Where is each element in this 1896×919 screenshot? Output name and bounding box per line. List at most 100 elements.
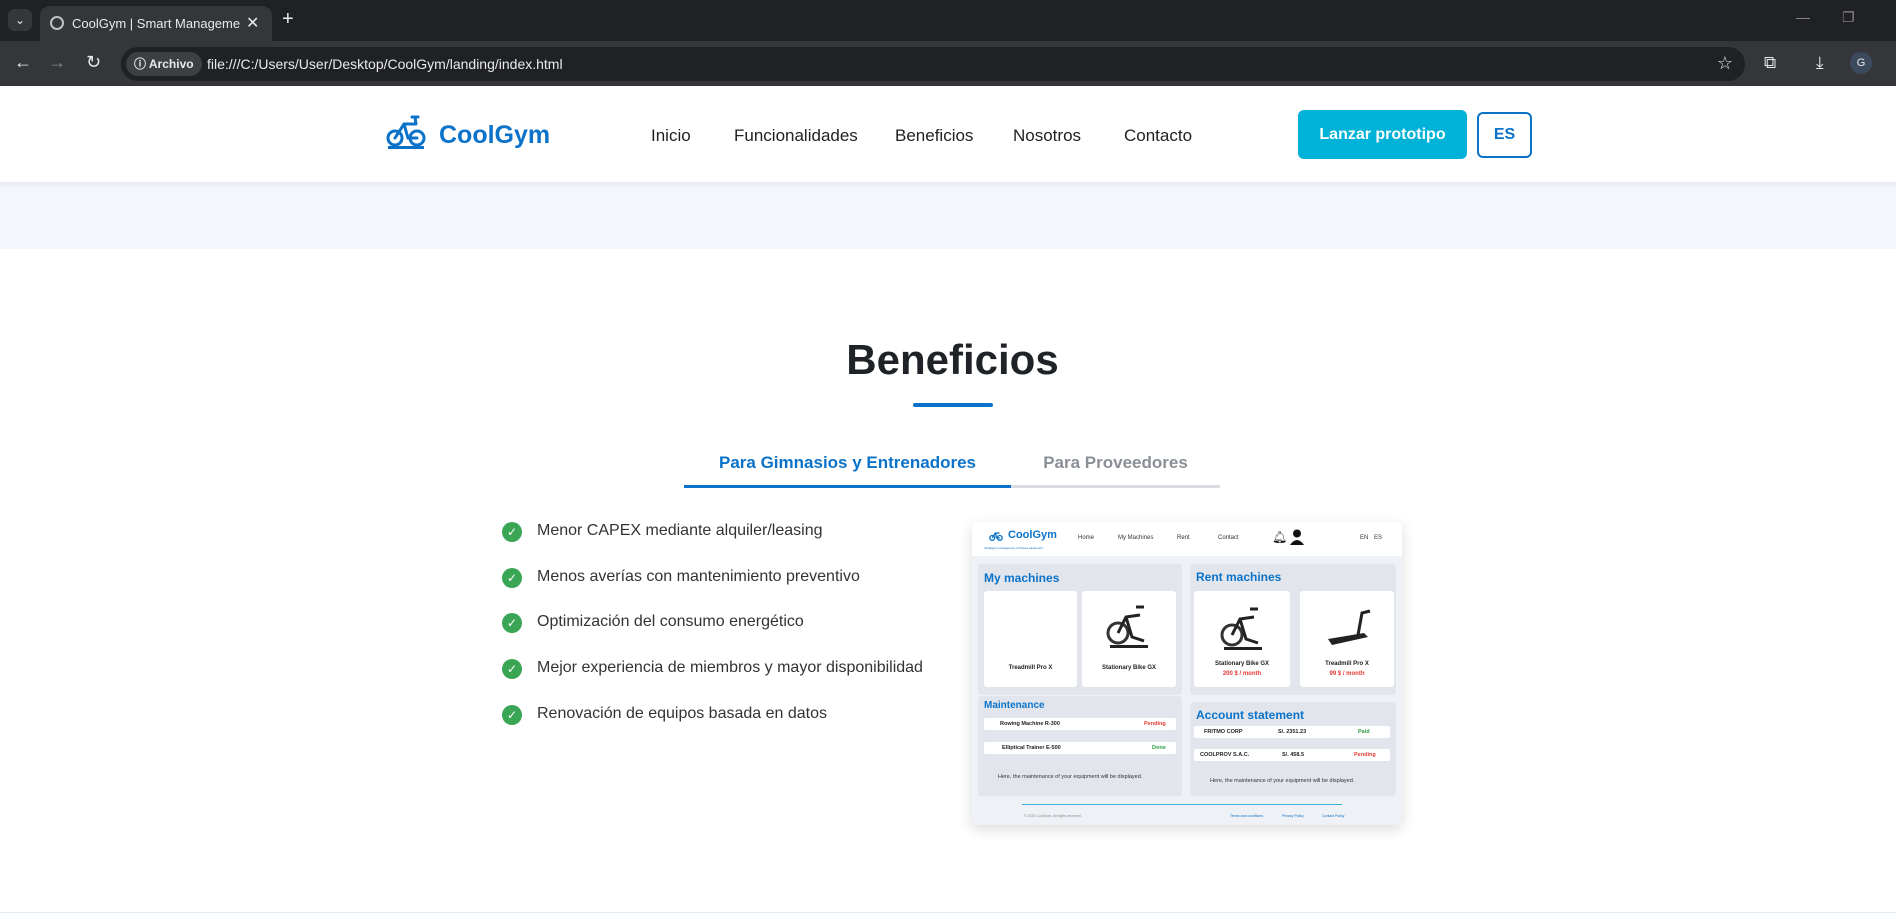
site-header: CoolGym Inicio Funcionalidades Beneficio… [0,86,1896,182]
preview-lang-es: ES [1374,535,1383,541]
tab-providers[interactable]: Para Proveedores [1011,446,1220,488]
forward-arrow-icon[interactable]: → [48,52,66,73]
benefits-tabs: Para Gimnasios y Entrenadores Para Prove… [684,446,1220,488]
account-row: FRITMO CORP S/. 2351.23 Paid [1194,726,1390,738]
preview-footer-link: Privacy Policy [1282,814,1304,818]
nav-inicio[interactable]: Inicio [651,126,691,146]
preview-nav-rent: Rent [1177,535,1190,541]
panel-title: Maintenance [984,700,1045,711]
maintenance-machine: Rowing Machine R-300 [1000,721,1060,727]
back-arrow-icon[interactable]: ← [14,52,32,73]
tab-gyms-trainers[interactable]: Para Gimnasios y Entrenadores [684,446,1011,488]
benefit-text: Menor CAPEX mediante alquiler/leasing [537,522,823,539]
my-machines-panel: My machines Treadmill Pro X Stationary B… [978,564,1182,695]
machine-card: Stationary Bike GX [1082,591,1176,687]
new-tab-button[interactable]: + [282,8,294,31]
info-icon: ⓘ [134,57,149,71]
title-underline [913,403,993,407]
check-circle-icon: ✓ [502,659,522,679]
profile-avatar[interactable]: G [1850,52,1872,74]
machine-card: Treadmill Pro X [984,591,1077,687]
site-info-chip[interactable]: ⓘ Archivo [126,52,202,76]
account-note: Here, the maintenance of your equipment … [1210,778,1355,784]
browser-tab-strip: ⌄ CoolGym | Smart Management ✕ + — ❐ [0,0,1896,41]
preview-footer-link: Terms and conditions [1230,814,1264,818]
check-circle-icon: ✓ [502,568,522,588]
globe-icon [50,16,64,30]
treadmill-icon [1328,609,1371,645]
maintenance-machine: Elliptical Trainer E-500 [1002,745,1061,751]
maintenance-row: Elliptical Trainer E-500 Done [984,742,1176,754]
nav-nosotros[interactable]: Nosotros [1013,126,1081,146]
preview-footer-divider [1022,804,1342,805]
benefit-text: Renovación de equipos basada en datos [537,705,827,722]
maintenance-status: Done [1152,745,1166,751]
nav-funcionalidades[interactable]: Funcionalidades [734,126,858,146]
app-preview-screenshot: CoolGym Intelligent management of fitnes… [972,522,1402,825]
maintenance-panel: Maintenance Rowing Machine R-300 Pending… [978,696,1182,796]
account-statement-panel: Account statement FRITMO CORP S/. 2351.2… [1190,702,1396,796]
preview-copyright: © 2025 CoolGym. All rights reserved. [1024,814,1082,818]
rental-card: Treadmill Pro X 99 $ / month [1300,591,1394,687]
check-circle-icon: ✓ [502,613,522,633]
bookmark-star-icon[interactable]: ☆ [1717,53,1733,74]
rental-price: 99 $ / month [1329,671,1365,677]
machine-name: Stationary Bike GX [1101,665,1157,671]
preview-footer-link: Contact Policy [1322,814,1345,818]
preview-bike-icon [989,532,1003,541]
nav-contacto[interactable]: Contacto [1124,126,1192,146]
close-tab-icon[interactable]: ✕ [246,13,259,33]
reload-icon[interactable]: ↻ [86,52,101,73]
language-toggle-button[interactable]: ES [1477,112,1532,158]
preview-header: CoolGym Intelligent management of fitnes… [972,522,1402,556]
stationary-bike-icon [1220,607,1262,650]
brand-name[interactable]: CoolGym [439,121,550,150]
next-section-edge [0,912,1896,919]
panel-title: Account statement [1196,708,1305,722]
account-status: Pending [1354,752,1376,758]
nav-beneficios[interactable]: Beneficios [895,126,973,146]
extensions-icon[interactable]: ⧉ [1764,53,1776,73]
panel-title: My machines [984,571,1060,585]
benefit-text: Mejor experiencia de miembros y mayor di… [537,659,923,676]
exercise-bike-icon[interactable] [386,112,426,150]
download-icon[interactable]: ⤓ [1816,53,1824,73]
section-divider-band [0,182,1896,249]
rental-price: 200 $ / month [1222,671,1262,677]
preview-nav-machines: My Machines [1118,535,1154,541]
browser-tab[interactable]: CoolGym | Smart Management ✕ [40,6,272,41]
benefit-text: Menos averías con mantenimiento preventi… [537,568,860,585]
maintenance-note: Here, the maintenance of your equipment … [998,774,1143,780]
benefit-text: Optimización del consumo energético [537,613,804,630]
bell-icon: 🔔︎ [1272,530,1288,544]
user-icon [1290,529,1304,545]
stationary-bike-icon [1106,605,1148,648]
account-client: FRITMO CORP [1204,729,1243,735]
tab-title: CoolGym | Smart Management [72,16,240,31]
account-amount: S/. 2351.23 [1278,729,1307,735]
account-status: Paid [1358,729,1370,735]
panel-title: Rent machines [1196,570,1282,584]
section-title: Beneficios [846,336,1059,383]
account-client: COOLPROV S.A.C. [1200,752,1250,758]
url-text[interactable]: file:///C:/Users/User/Desktop/CoolGym/la… [207,56,563,72]
launch-prototype-button[interactable]: Lanzar prototipo [1298,110,1467,159]
preview-nav-home: Home [1078,535,1095,541]
minimize-icon[interactable]: — [1796,9,1810,25]
account-amount: S/. 458.5 [1282,752,1305,758]
security-chip-label: Archivo [148,57,194,71]
restore-icon[interactable]: ❐ [1842,9,1855,26]
check-circle-icon: ✓ [502,522,522,542]
rental-card: Stationary Bike GX 200 $ / month [1194,591,1290,687]
rent-machines-panel: Rent machines Stationary Bike GX 200 $ /… [1190,564,1396,695]
tab-search-button[interactable]: ⌄ [8,9,32,31]
preview-lang-en: EN [1360,535,1369,541]
check-circle-icon: ✓ [502,705,522,725]
browser-toolbar: ← → ↻ ⓘ Archivo file:///C:/Users/User/De… [0,41,1896,86]
preview-tagline: Intelligent management of fitness equipm… [984,546,1043,550]
maintenance-row: Rowing Machine R-300 Pending [984,718,1176,730]
address-bar[interactable]: ⓘ Archivo file:///C:/Users/User/Desktop/… [121,47,1745,81]
preview-brand: CoolGym [1008,529,1057,541]
account-row: COOLPROV S.A.C. S/. 458.5 Pending [1194,749,1390,761]
maintenance-status: Pending [1144,721,1166,727]
